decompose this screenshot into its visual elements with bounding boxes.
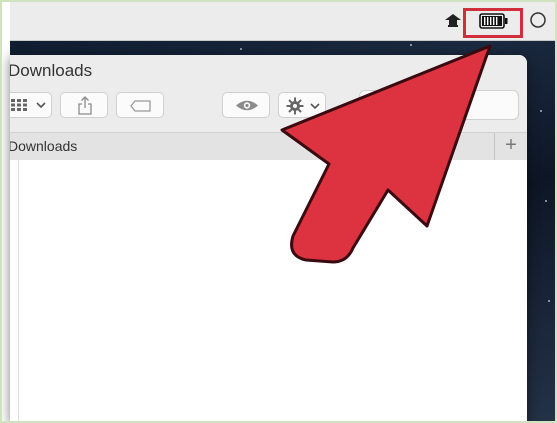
battery-highlight-box bbox=[463, 8, 523, 38]
red-arrow-annotation bbox=[280, 44, 492, 264]
